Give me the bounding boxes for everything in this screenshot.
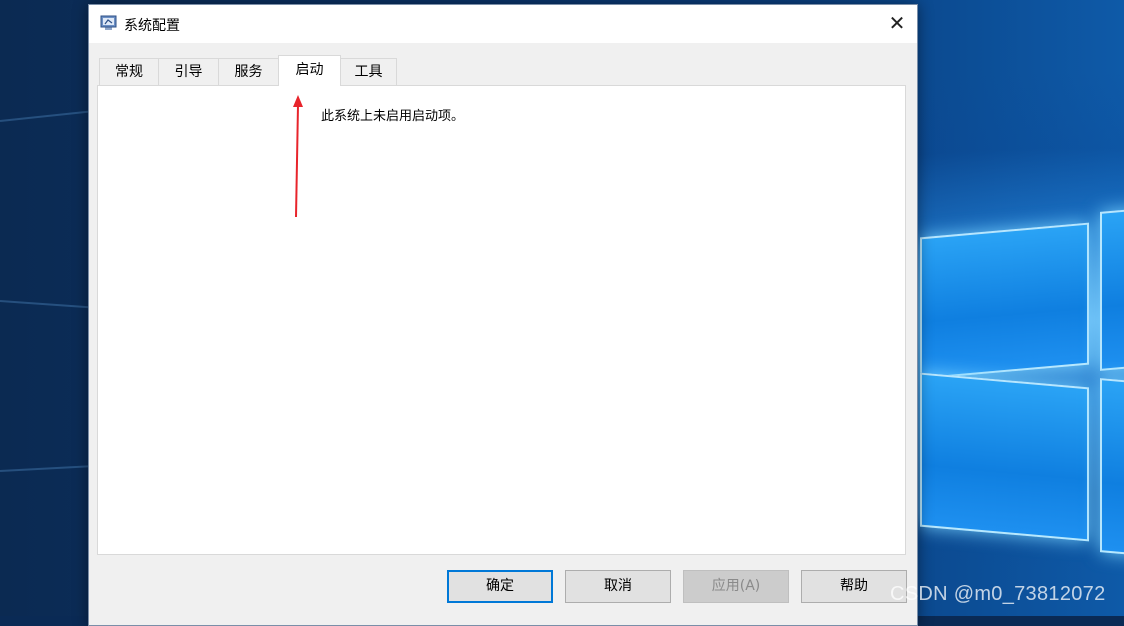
ok-button[interactable]: 确定 [447,570,553,603]
cancel-button[interactable]: 取消 [565,570,671,603]
red-arrow-annotation [293,95,303,218]
tab-startup[interactable]: 启动 [278,55,341,86]
windows-logo-pane [920,372,1089,542]
apply-button[interactable]: 应用(A) [683,570,789,603]
system-config-window: 系统配置 ✕ 常规 引导 服务 启动 工具 此系统上未启用启动项。 确定 取消 … [88,4,918,626]
windows-logo-pane [1100,208,1124,371]
windows-logo-pane [1100,378,1124,556]
windows-logo-pane [920,222,1089,380]
watermark-text: CSDN @m0_73812072 [890,583,1106,605]
